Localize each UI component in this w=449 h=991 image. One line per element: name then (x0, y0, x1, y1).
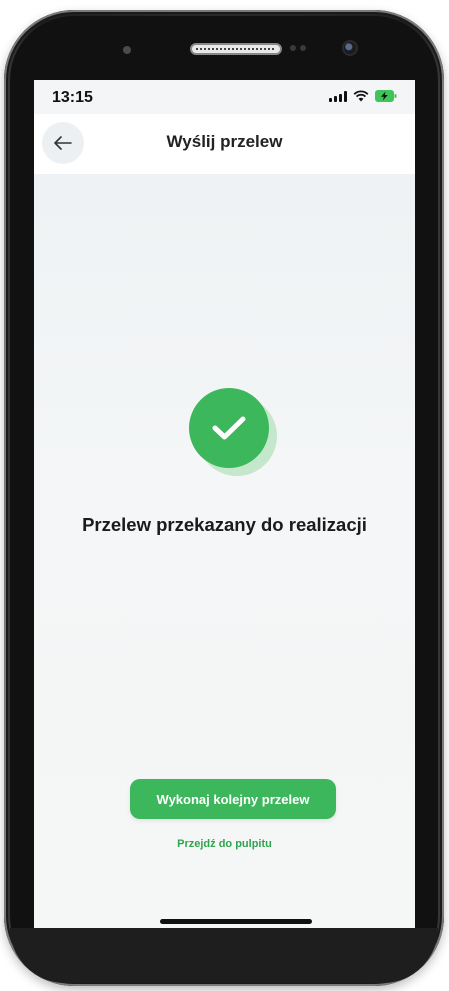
signal-icon (329, 90, 347, 102)
light-sensor-2 (300, 45, 306, 51)
go-to-dashboard-link[interactable]: Przejdź do pulpitu (34, 838, 415, 850)
page-title: Wyślij przelew (166, 132, 283, 151)
new-transfer-button[interactable]: Wykonaj kolejny przelew (130, 779, 336, 819)
proximity-sensor (123, 46, 131, 54)
battery-charging-icon (375, 90, 397, 102)
phone-screen: 13:15 Wyślij przelew Przelew przekazany … (34, 80, 415, 930)
status-time: 13:15 (52, 89, 93, 106)
front-camera (342, 40, 358, 56)
earpiece-speaker (190, 43, 282, 55)
light-sensor (290, 45, 296, 51)
phone-bottom-bezel (10, 928, 438, 983)
result-message: Przelew przekazany do realizacji (82, 514, 367, 535)
status-bar: 13:15 (34, 80, 415, 114)
success-indicator (189, 388, 289, 478)
checkmark-circle-icon (189, 388, 269, 468)
status-icons (329, 90, 397, 102)
checkmark-icon (212, 416, 246, 440)
home-indicator[interactable] (160, 919, 312, 924)
navigation-bar: Wyślij przelew (34, 114, 415, 174)
wifi-icon (353, 90, 369, 102)
result-content: Przelew przekazany do realizacji Wykonaj… (34, 174, 415, 928)
